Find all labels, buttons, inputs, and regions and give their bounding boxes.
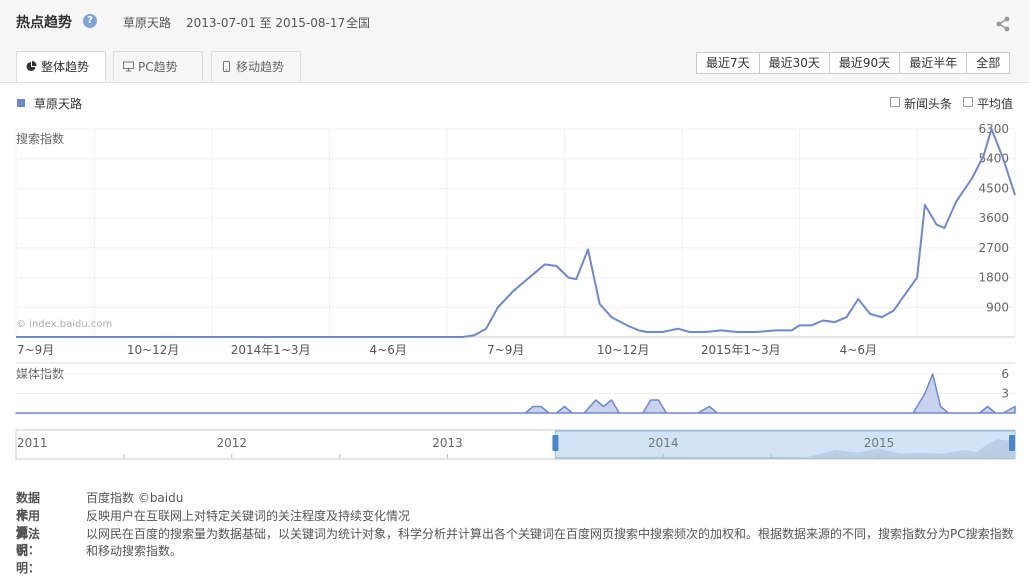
footer-purpose-text: 反映用户在互联网上对特定关键词的关注程度及持续变化情况 [86,509,411,523]
media-y-ticks: 36 [1001,367,1009,401]
search-plot-frame [15,128,1016,338]
media-y-tick-1: 6 [1001,367,1009,381]
timeline-navigator[interactable]: 2011 2012 2013 2014 2015 [15,429,1016,460]
navigator-year-2011: 2011 [17,436,48,450]
media-y-tick-0: 3 [1001,387,1009,401]
navigator-year-2013: 2013 [432,436,463,450]
search-series-line [16,128,1016,338]
watermark: © index.baidu.com [16,319,112,330]
search-y-tick-4: 4500 [978,181,1009,195]
search-y-tick-3: 3600 [978,211,1009,225]
footer-algorithm-text: 以网民在百度的搜索量为数据基础，以关键词为统计对象，科学分析并计算出各个关键词在… [86,527,1014,558]
media-grid [16,362,1015,414]
trend-charts: 搜索指数 © index.baidu.com 900 1800 2700 3600 45… [15,122,1016,460]
media-index-chart: 媒体指数 36 [15,362,1016,414]
search-x-tick-4: 7~9月 [487,343,524,357]
search-y-tick-0: 900 [986,300,1009,314]
search-x-tick-6: 2015年1~3月 [701,343,781,357]
search-x-tick-7: 4~6月 [840,343,877,357]
search-x-tick-0: 7~9月 [17,343,54,357]
search-index-chart: 搜索指数 © index.baidu.com 900 1800 2700 3600 45… [15,122,1016,357]
search-index-label: 搜索指数 [16,131,64,146]
search-grid [15,128,1016,338]
navigator-year-2015: 2015 [864,436,895,450]
footer-algorithm-label: 算法说明： [16,527,41,575]
navigator-left-handle[interactable] [552,435,559,451]
search-x-ticks: 7~9月 10~12月 2014年1~3月 4~6月 7~9月 10~12月 2015年1~… [17,343,877,357]
navigator-year-2014: 2014 [648,436,679,450]
search-y-tick-2: 2700 [978,241,1009,255]
search-x-tick-2: 2014年1~3月 [231,343,311,357]
search-x-tick-5: 10~12月 [597,343,650,357]
search-y-tick-1: 1800 [978,271,1009,285]
navigator-year-2012: 2012 [216,436,247,450]
search-x-tick-1: 10~12月 [127,343,180,357]
footer-source-text: 百度指数 ©baidu [86,491,184,505]
search-x-tick-3: 4~6月 [370,343,407,357]
navigator-right-handle[interactable] [1009,435,1015,451]
search-y-ticks: 900180027003600450054006300 [978,122,1009,314]
